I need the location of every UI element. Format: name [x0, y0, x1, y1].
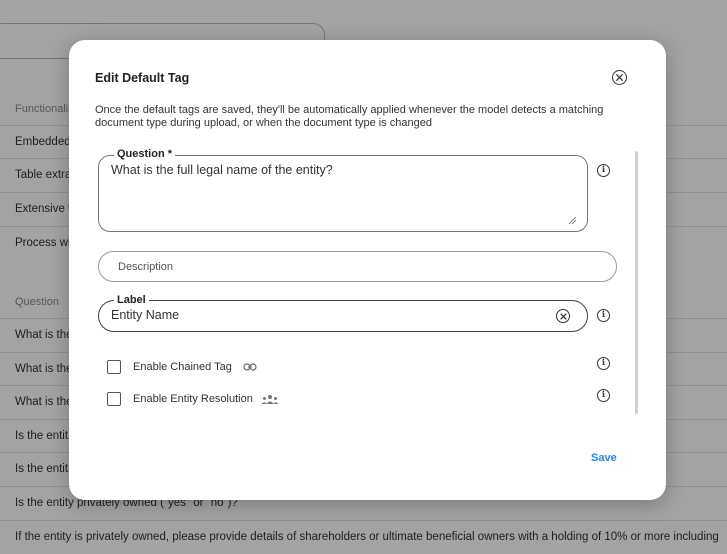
close-icon[interactable] — [612, 70, 627, 85]
label-legend: Label — [114, 294, 149, 306]
entity-resolution-info-icon[interactable]: i — [597, 389, 610, 402]
description-placeholder: Description — [118, 261, 174, 273]
dialog-description: Once the default tags are saved, they'll… — [95, 104, 604, 129]
link-icon — [243, 363, 257, 371]
enable-entity-resolution-label: Enable Entity Resolution — [133, 393, 253, 405]
save-button[interactable]: Save — [591, 452, 617, 464]
question-value: What is the full legal name of the entit… — [111, 163, 333, 177]
dialog-title: Edit Default Tag — [95, 71, 190, 85]
scrollbar[interactable] — [635, 151, 638, 414]
enable-chained-tag-label: Enable Chained Tag — [133, 361, 232, 373]
group-icon — [261, 395, 279, 404]
enable-chained-tag-checkbox[interactable] — [107, 360, 121, 374]
enable-entity-resolution-checkbox[interactable] — [107, 392, 121, 406]
edit-default-tag-dialog: Edit Default Tag Once the default tags a… — [69, 40, 666, 500]
label-info-icon[interactable]: i — [597, 309, 610, 322]
chained-tag-info-icon[interactable]: i — [597, 357, 610, 370]
question-info-icon[interactable]: i — [597, 164, 610, 177]
question-legend: Question * — [114, 148, 176, 160]
clear-label-icon[interactable] — [556, 309, 570, 323]
description-input[interactable] — [98, 251, 617, 282]
label-value: Entity Name — [111, 308, 180, 322]
resize-handle-icon[interactable] — [568, 216, 576, 224]
